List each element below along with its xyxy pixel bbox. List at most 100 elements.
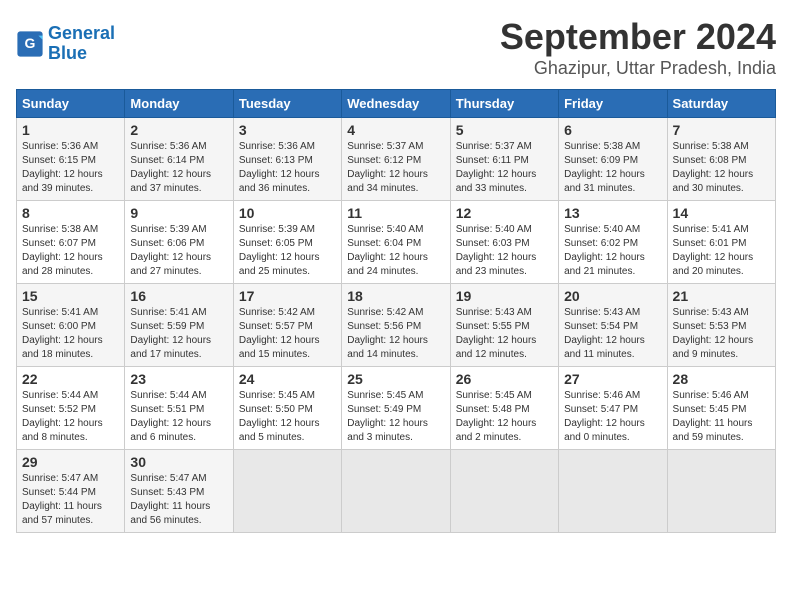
day-number: 17 (239, 288, 336, 304)
day-number: 8 (22, 205, 119, 221)
calendar-cell (233, 450, 341, 533)
day-info: Sunrise: 5:45 AMSunset: 5:49 PMDaylight:… (347, 389, 444, 445)
logo-icon: G (16, 30, 44, 58)
calendar-cell: 20 Sunrise: 5:43 AMSunset: 5:54 PMDayligh… (559, 284, 667, 367)
calendar-cell: 21 Sunrise: 5:43 AMSunset: 5:53 PMDayligh… (667, 284, 775, 367)
column-header-monday: Monday (125, 90, 233, 118)
day-info: Sunrise: 5:43 AMSunset: 5:53 PMDaylight:… (673, 306, 770, 362)
day-number: 1 (22, 122, 119, 138)
day-info: Sunrise: 5:39 AMSunset: 6:05 PMDaylight:… (239, 223, 336, 279)
calendar-cell: 26 Sunrise: 5:45 AMSunset: 5:48 PMDayligh… (450, 367, 558, 450)
day-number: 15 (22, 288, 119, 304)
day-info: Sunrise: 5:44 AMSunset: 5:51 PMDaylight:… (130, 389, 227, 445)
day-number: 21 (673, 288, 770, 304)
calendar-week-row: 29Sunrise: 5:47 AMSunset: 5:44 PMDayligh… (17, 450, 776, 533)
day-number: 4 (347, 122, 444, 138)
day-number: 5 (456, 122, 553, 138)
day-number: 6 (564, 122, 661, 138)
column-header-tuesday: Tuesday (233, 90, 341, 118)
calendar-week-row: 15 Sunrise: 5:41 AMSunset: 6:00 PMDayligh… (17, 284, 776, 367)
day-info: Sunrise: 5:40 AMSunset: 6:04 PMDaylight:… (347, 223, 444, 279)
calendar-cell: 2Sunrise: 5:36 AMSunset: 6:14 PMDaylight… (125, 118, 233, 201)
calendar-cell: 17Sunrise: 5:42 AMSunset: 5:57 PMDayligh… (233, 284, 341, 367)
location-title: Ghazipur, Uttar Pradesh, India (500, 58, 776, 79)
calendar-cell: 22 Sunrise: 5:44 AMSunset: 5:52 PMDayligh… (17, 367, 125, 450)
day-info: Sunrise: 5:45 AMSunset: 5:50 PMDaylight:… (239, 389, 336, 445)
day-number: 29 (22, 454, 119, 470)
day-number: 30 (130, 454, 227, 470)
day-info: Sunrise: 5:38 AMSunset: 6:08 PMDaylight:… (673, 140, 770, 196)
day-info: Sunrise: 5:43 AMSunset: 5:55 PMDaylight:… (456, 306, 553, 362)
calendar-cell: 10 Sunrise: 5:39 AMSunset: 6:05 PMDayligh… (233, 201, 341, 284)
calendar-cell: 16 Sunrise: 5:41 AMSunset: 5:59 PMDayligh… (125, 284, 233, 367)
calendar-cell: 23 Sunrise: 5:44 AMSunset: 5:51 PMDayligh… (125, 367, 233, 450)
column-header-wednesday: Wednesday (342, 90, 450, 118)
day-number: 23 (130, 371, 227, 387)
day-number: 25 (347, 371, 444, 387)
calendar-table: SundayMondayTuesdayWednesdayThursdayFrid… (16, 89, 776, 533)
day-info: Sunrise: 5:36 AMSunset: 6:15 PMDaylight:… (22, 140, 119, 196)
calendar-cell: 19 Sunrise: 5:43 AMSunset: 5:55 PMDayligh… (450, 284, 558, 367)
calendar-cell: 12 Sunrise: 5:40 AMSunset: 6:03 PMDayligh… (450, 201, 558, 284)
calendar-cell (667, 450, 775, 533)
title-area: September 2024 Ghazipur, Uttar Pradesh, … (500, 16, 776, 79)
day-info: Sunrise: 5:36 AMSunset: 6:13 PMDaylight:… (239, 140, 336, 196)
day-number: 16 (130, 288, 227, 304)
day-info: Sunrise: 5:45 AMSunset: 5:48 PMDaylight:… (456, 389, 553, 445)
day-info: Sunrise: 5:38 AMSunset: 6:07 PMDaylight:… (22, 223, 119, 279)
header: G General Blue September 2024 Ghazipur, … (16, 16, 776, 79)
calendar-cell: 24 Sunrise: 5:45 AMSunset: 5:50 PMDayligh… (233, 367, 341, 450)
calendar-body: 1 Sunrise: 5:36 AMSunset: 6:15 PMDaylight… (17, 118, 776, 533)
day-number: 22 (22, 371, 119, 387)
calendar-week-row: 1 Sunrise: 5:36 AMSunset: 6:15 PMDaylight… (17, 118, 776, 201)
calendar-cell: 29Sunrise: 5:47 AMSunset: 5:44 PMDayligh… (17, 450, 125, 533)
column-header-saturday: Saturday (667, 90, 775, 118)
column-header-thursday: Thursday (450, 90, 558, 118)
day-number: 18 (347, 288, 444, 304)
day-number: 12 (456, 205, 553, 221)
calendar-cell: 28Sunrise: 5:46 AMSunset: 5:45 PMDayligh… (667, 367, 775, 450)
calendar-cell: 6Sunrise: 5:38 AMSunset: 6:09 PMDaylight… (559, 118, 667, 201)
day-info: Sunrise: 5:41 AMSunset: 6:00 PMDaylight:… (22, 306, 119, 362)
calendar-cell: 3 Sunrise: 5:36 AMSunset: 6:13 PMDaylight… (233, 118, 341, 201)
day-number: 19 (456, 288, 553, 304)
day-number: 3 (239, 122, 336, 138)
day-number: 26 (456, 371, 553, 387)
calendar-cell (342, 450, 450, 533)
day-info: Sunrise: 5:40 AMSunset: 6:02 PMDaylight:… (564, 223, 661, 279)
calendar-cell: 9 Sunrise: 5:39 AMSunset: 6:06 PMDaylight… (125, 201, 233, 284)
day-number: 20 (564, 288, 661, 304)
day-info: Sunrise: 5:37 AMSunset: 6:11 PMDaylight:… (456, 140, 553, 196)
day-info: Sunrise: 5:47 AMSunset: 5:43 PMDaylight:… (130, 472, 227, 528)
day-number: 9 (130, 205, 227, 221)
day-info: Sunrise: 5:40 AMSunset: 6:03 PMDaylight:… (456, 223, 553, 279)
calendar-cell (559, 450, 667, 533)
calendar-week-row: 22 Sunrise: 5:44 AMSunset: 5:52 PMDayligh… (17, 367, 776, 450)
calendar-cell: 4 Sunrise: 5:37 AMSunset: 6:12 PMDaylight… (342, 118, 450, 201)
calendar-cell: 8 Sunrise: 5:38 AMSunset: 6:07 PMDaylight… (17, 201, 125, 284)
day-number: 14 (673, 205, 770, 221)
day-info: Sunrise: 5:37 AMSunset: 6:12 PMDaylight:… (347, 140, 444, 196)
calendar-week-row: 8 Sunrise: 5:38 AMSunset: 6:07 PMDaylight… (17, 201, 776, 284)
day-info: Sunrise: 5:43 AMSunset: 5:54 PMDaylight:… (564, 306, 661, 362)
logo-text: General Blue (48, 24, 115, 64)
calendar-cell: 18 Sunrise: 5:42 AMSunset: 5:56 PMDayligh… (342, 284, 450, 367)
logo: G General Blue (16, 24, 115, 64)
calendar-cell: 11Sunrise: 5:40 AMSunset: 6:04 PMDayligh… (342, 201, 450, 284)
day-number: 10 (239, 205, 336, 221)
calendar-cell: 1 Sunrise: 5:36 AMSunset: 6:15 PMDaylight… (17, 118, 125, 201)
day-number: 28 (673, 371, 770, 387)
calendar-cell (450, 450, 558, 533)
calendar-cell: 25 Sunrise: 5:45 AMSunset: 5:49 PMDayligh… (342, 367, 450, 450)
column-header-sunday: Sunday (17, 90, 125, 118)
day-info: Sunrise: 5:44 AMSunset: 5:52 PMDaylight:… (22, 389, 119, 445)
day-info: Sunrise: 5:39 AMSunset: 6:06 PMDaylight:… (130, 223, 227, 279)
svg-text:G: G (25, 35, 36, 51)
day-number: 27 (564, 371, 661, 387)
day-info: Sunrise: 5:36 AMSunset: 6:14 PMDaylight:… (130, 140, 227, 196)
day-info: Sunrise: 5:41 AMSunset: 5:59 PMDaylight:… (130, 306, 227, 362)
day-info: Sunrise: 5:41 AMSunset: 6:01 PMDaylight:… (673, 223, 770, 279)
day-number: 24 (239, 371, 336, 387)
day-number: 13 (564, 205, 661, 221)
day-info: Sunrise: 5:42 AMSunset: 5:56 PMDaylight:… (347, 306, 444, 362)
